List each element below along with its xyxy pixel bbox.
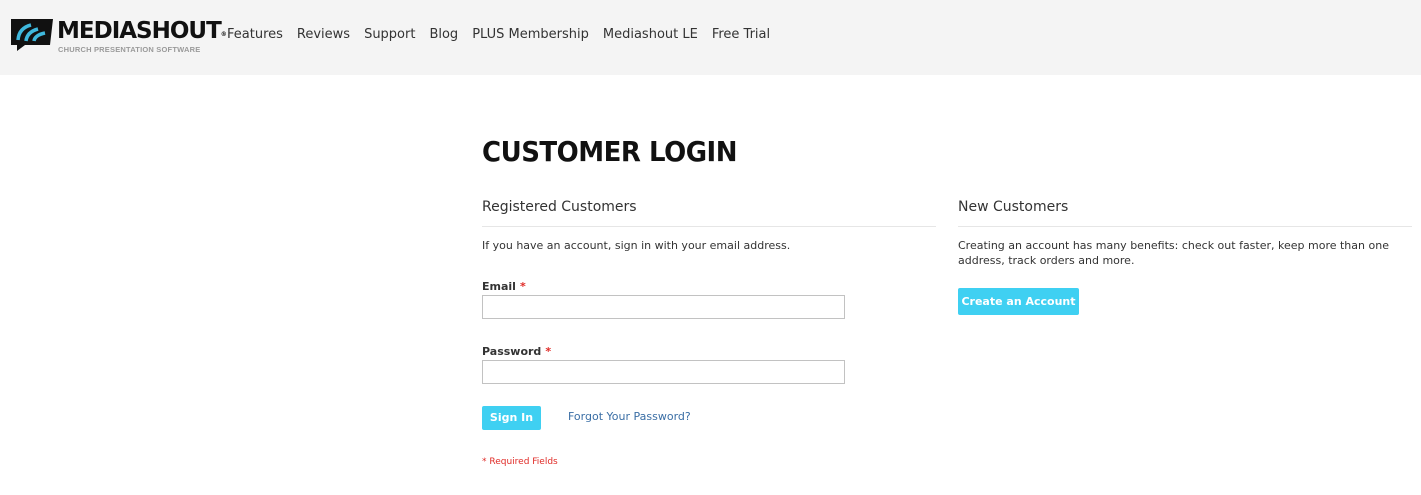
email-label: Email * [482,280,526,293]
registered-intro: If you have an account, sign in with you… [482,239,791,252]
logo-tagline: CHURCH PRESENTATION SOFTWARE [58,45,201,54]
new-customers-title: New Customers [958,199,1069,215]
email-required-marker: * [519,280,526,293]
nav-item-plus-membership[interactable]: PLUS Membership [472,27,589,43]
password-label: Password * [482,345,552,358]
nav-item-reviews[interactable]: Reviews [297,27,350,43]
new-customers-divider [958,226,1412,227]
create-account-button[interactable]: Create an Account [958,288,1079,315]
nav-item-blog[interactable]: Blog [429,27,458,43]
page-title: CUSTOMER LOGIN [482,137,737,169]
mediashout-logo-icon [11,19,53,51]
mediashout-logo[interactable]: MEDIASHOUT® CHURCH PRESENTATION SOFTWARE [11,16,227,56]
new-customers-intro: Creating an account has many benefits: c… [958,239,1389,267]
main-nav: Features Reviews Support Blog PLUS Membe… [227,27,784,43]
logo-wordmark: MEDIASHOUT® [57,18,227,44]
sign-in-button[interactable]: Sign In [482,406,541,430]
password-field[interactable] [482,360,845,384]
email-field[interactable] [482,295,845,319]
nav-item-features[interactable]: Features [227,27,283,43]
required-fields-note: * Required Fields [482,457,558,467]
password-required-marker: * [545,345,552,358]
nav-item-mediashout-le[interactable]: Mediashout LE [603,27,698,43]
nav-item-free-trial[interactable]: Free Trial [712,27,770,43]
nav-item-support[interactable]: Support [364,27,415,43]
registered-divider [482,226,936,227]
forgot-password-link[interactable]: Forgot Your Password? [568,410,691,424]
site-header: MEDIASHOUT® CHURCH PRESENTATION SOFTWARE… [0,0,1421,75]
registered-customers-title: Registered Customers [482,199,637,215]
